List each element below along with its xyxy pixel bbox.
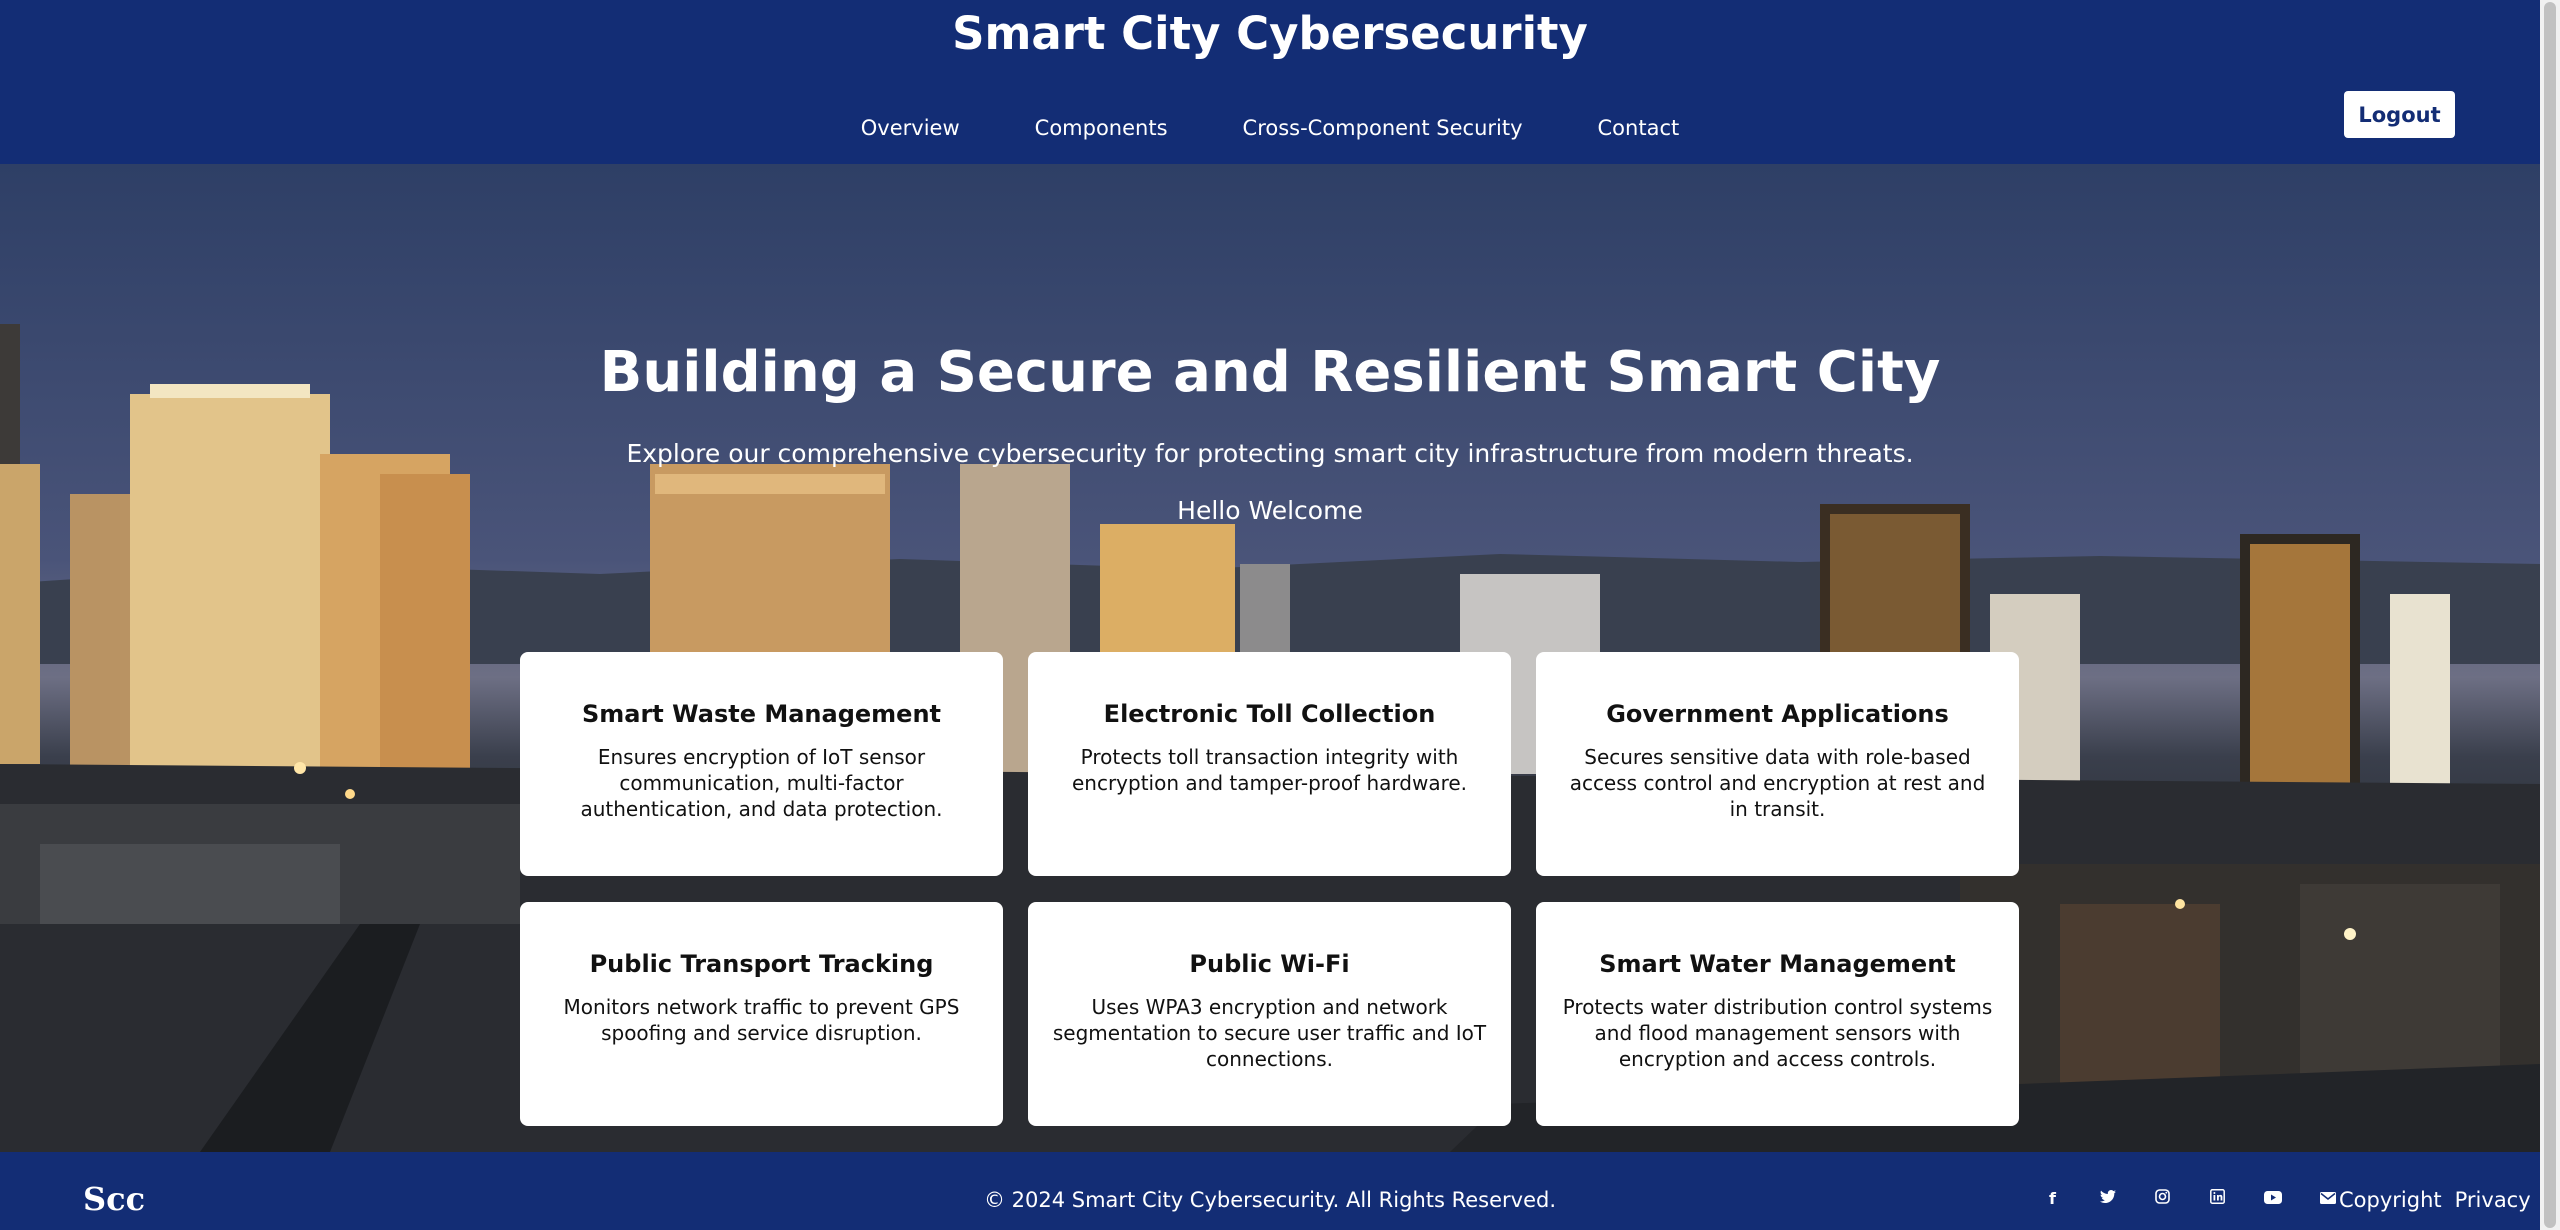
page-scrollbar[interactable] (2540, 0, 2560, 1230)
nav-contact[interactable]: Contact (1598, 112, 1680, 144)
nav-overview[interactable]: Overview (861, 112, 960, 144)
linkedin-icon[interactable] (2190, 1189, 2245, 1208)
privacy-link[interactable]: Privacy (2455, 1188, 2531, 1212)
welcome-message: Hello Welcome (1177, 496, 1363, 525)
instagram-icon[interactable] (2135, 1189, 2190, 1208)
youtube-icon[interactable] (2245, 1189, 2300, 1208)
scrollbar-thumb[interactable] (2544, 2, 2556, 1228)
card-text: Protects toll transaction integrity with… (1071, 745, 1468, 795)
card-text: Monitors network traffic to prevent GPS … (563, 995, 960, 1045)
card-title: Government Applications (1606, 700, 1949, 728)
copyright-link[interactable]: Copyright (2339, 1188, 2442, 1212)
twitter-icon[interactable] (2080, 1189, 2135, 1208)
card-public-transport-tracking[interactable]: Public Transport Tracking Monitors netwo… (520, 902, 1003, 1126)
card-title: Electronic Toll Collection (1103, 700, 1436, 728)
footer-links: Copyright Privacy (2339, 1188, 2531, 1212)
card-electronic-toll-collection[interactable]: Electronic Toll Collection Protects toll… (1028, 652, 1511, 876)
nav-components[interactable]: Components (1035, 112, 1168, 144)
card-text: Uses WPA3 encryption and network segment… (1052, 995, 1487, 1071)
site-footer: Scc © 2024 Smart City Cybersecurity. All… (0, 1152, 2540, 1230)
main-nav: Overview Components Cross-Component Secu… (0, 112, 2540, 144)
social-links: f (2025, 1189, 2355, 1208)
facebook-icon[interactable]: f (2025, 1189, 2080, 1208)
card-smart-water-management[interactable]: Smart Water Management Protects water di… (1536, 902, 2019, 1126)
card-government-applications[interactable]: Government Applications Secures sensitiv… (1536, 652, 2019, 876)
hero-title: Building a Secure and Resilient Smart Ci… (599, 339, 1941, 405)
card-title: Public Transport Tracking (589, 950, 934, 978)
hero-section: Building a Secure and Resilient Smart Ci… (0, 164, 2540, 1152)
card-text: Protects water distribution control syst… (1562, 995, 1993, 1071)
site-header: Smart City Cybersecurity Overview Compon… (0, 0, 2540, 164)
site-title: Smart City Cybersecurity (952, 7, 1588, 60)
logout-button[interactable]: Logout (2344, 91, 2455, 138)
card-title: Public Wi-Fi (1189, 950, 1350, 978)
card-text: Secures sensitive data with role-based a… (1569, 745, 1986, 821)
card-title: Smart Waste Management (581, 700, 941, 728)
nav-cross-component-security[interactable]: Cross-Component Security (1243, 112, 1523, 144)
card-text: Ensures encryption of IoT sensor communi… (580, 745, 943, 821)
card-public-wi-fi[interactable]: Public Wi-Fi Uses WPA3 encryption and ne… (1028, 902, 1511, 1126)
hero-subtitle: Explore our comprehensive cybersecurity … (626, 439, 1914, 468)
card-title: Smart Water Management (1599, 950, 1956, 978)
card-smart-waste-management[interactable]: Smart Waste Management Ensures encryptio… (520, 652, 1003, 876)
